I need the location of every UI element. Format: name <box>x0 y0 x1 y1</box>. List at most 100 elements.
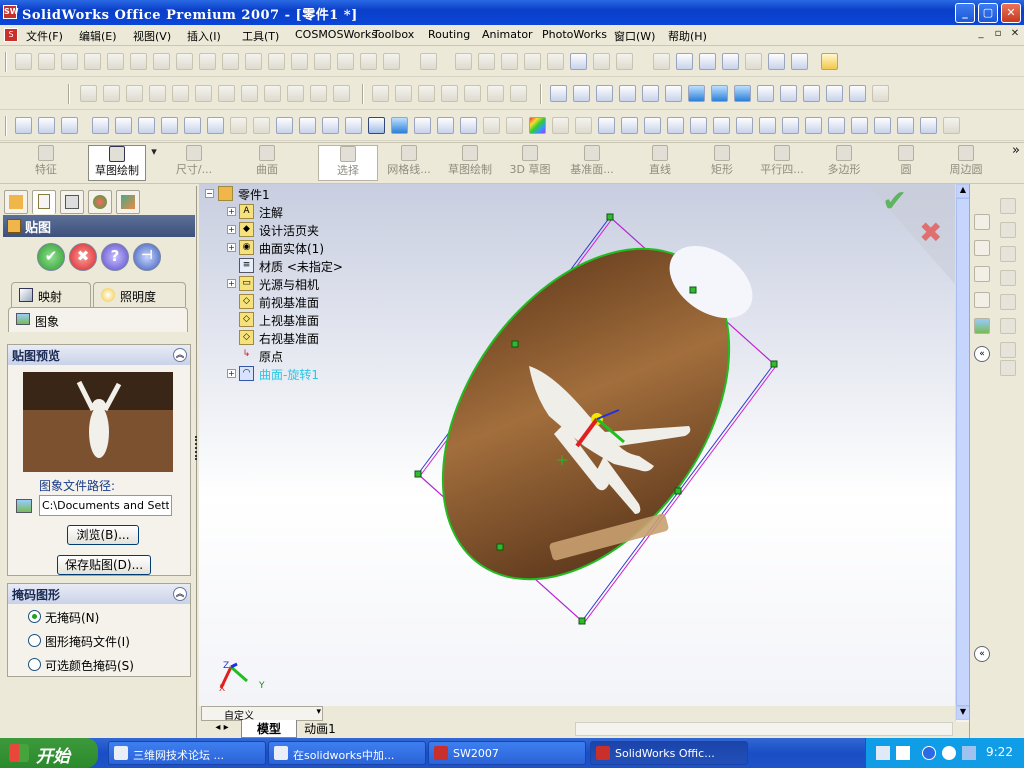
turn-icon[interactable] <box>253 117 270 134</box>
no-mask-label[interactable]: 无掩码(N) <box>45 609 99 626</box>
image-mask-label[interactable]: 图形掩码文件(I) <box>45 633 130 650</box>
ok-button[interactable]: ✔ <box>37 243 65 271</box>
sweep-icon[interactable] <box>126 85 143 102</box>
move-component-icon[interactable] <box>690 117 707 134</box>
volume-icon[interactable] <box>962 746 976 760</box>
pane-tool-5-icon[interactable] <box>1000 294 1016 310</box>
view-bottom-icon[interactable] <box>665 85 682 102</box>
select-arrow-icon[interactable] <box>653 53 670 70</box>
mold-icon[interactable] <box>897 117 914 134</box>
search-doc-icon[interactable] <box>245 53 262 70</box>
taskbar-item-sw2007[interactable]: SW2007 <box>428 741 586 765</box>
rotate-component-icon[interactable] <box>713 117 730 134</box>
smart-dim-icon[interactable] <box>38 117 55 134</box>
decal-preview-header[interactable]: 贴图预览 ︽ <box>8 345 190 365</box>
cm-surfaces[interactable]: 曲面 <box>240 145 294 181</box>
color-mask-radio[interactable] <box>28 658 41 671</box>
shell-icon[interactable] <box>287 85 304 102</box>
explode-icon[interactable] <box>736 117 753 134</box>
help-tray-icon[interactable] <box>896 746 910 760</box>
filter-icon[interactable] <box>676 53 693 70</box>
single-view-icon[interactable] <box>780 85 797 102</box>
fillet-icon[interactable] <box>218 85 235 102</box>
cm-dimensions[interactable]: 尺寸/... <box>164 145 224 181</box>
menu-photoworks[interactable]: PhotoWorks <box>542 28 607 41</box>
property-manager-tab[interactable] <box>32 190 56 214</box>
pin-button[interactable]: ⊣ <box>133 243 161 271</box>
cancel-button[interactable]: ✖ <box>69 243 97 271</box>
new-icon[interactable] <box>15 53 32 70</box>
toolbar-grip[interactable] <box>68 84 70 104</box>
toolbox-icon[interactable] <box>920 117 937 134</box>
menu-toolbox[interactable]: Toolbox <box>373 28 414 41</box>
menu-insert[interactable]: 插入(I) <box>187 28 221 44</box>
surface-icon[interactable] <box>372 85 389 102</box>
view-front-icon[interactable] <box>550 85 567 102</box>
viewport-vertical-scrollbar[interactable]: ▲ ▼ <box>955 184 970 722</box>
insert-icon[interactable] <box>268 53 285 70</box>
draft-icon[interactable] <box>310 85 327 102</box>
view-palette-icon[interactable] <box>974 292 990 308</box>
tree-expand-icon[interactable]: + <box>227 225 236 234</box>
cm-sketch-dropdown[interactable]: ▾ <box>148 145 160 181</box>
normal-to-icon[interactable] <box>757 85 774 102</box>
image-path-input[interactable] <box>39 495 172 516</box>
extrude-icon[interactable] <box>80 85 97 102</box>
shaded-icon[interactable] <box>391 117 408 134</box>
pane-tool-6-icon[interactable] <box>1000 318 1016 334</box>
cut-revolve-icon[interactable] <box>195 85 212 102</box>
close-button[interactable]: ✕ <box>1001 3 1021 23</box>
routing-icon[interactable] <box>943 117 960 134</box>
pen-icon[interactable] <box>15 117 32 134</box>
taskbar-item-solidworks[interactable]: SolidWorks Offic... <box>590 741 748 765</box>
view-orientation-select[interactable]: 自定义 ▾ <box>201 706 323 722</box>
assembly-feature-icon[interactable] <box>782 117 799 134</box>
tree-item-right-plane[interactable]: ◇ 右视基准面 <box>205 329 345 347</box>
collapse-chevron-icon[interactable]: ︽ <box>173 587 187 601</box>
cm-line[interactable]: 直线 <box>640 145 680 181</box>
cm-parallelogram[interactable]: 平行四... <box>752 145 812 181</box>
cm-select[interactable]: 选择 <box>318 145 378 181</box>
cm-more-button[interactable]: » <box>1010 143 1022 179</box>
rebuild-icon[interactable] <box>455 53 472 70</box>
tree-expand-icon[interactable]: + <box>227 243 236 252</box>
tree-item-design-binder[interactable]: + ◆ 设计活页夹 <box>205 221 345 239</box>
pan-dim-icon[interactable] <box>230 117 247 134</box>
menu-edit[interactable]: 编辑(E) <box>79 28 117 44</box>
mate-icon[interactable] <box>667 117 684 134</box>
tab-mapping[interactable]: 映射 <box>11 282 91 307</box>
scroll-down-icon[interactable]: ▼ <box>956 706 970 720</box>
open-icon[interactable] <box>38 53 55 70</box>
tab-model[interactable]: 模型 <box>241 720 297 738</box>
rotate-icon[interactable] <box>184 117 201 134</box>
menu-cosmosworks[interactable]: COSMOSWorks <box>295 28 377 41</box>
mask-header[interactable]: 掩码图形 ︽ <box>8 584 190 604</box>
paste-icon[interactable] <box>337 53 354 70</box>
browse-button[interactable]: 浏览(B)... <box>67 525 139 545</box>
tab-nav-buttons[interactable]: ◂ ▸ <box>207 722 237 736</box>
curvature-icon[interactable] <box>483 117 500 134</box>
shadow-icon[interactable] <box>575 117 592 134</box>
pane-tool-8-icon[interactable] <box>1000 360 1016 376</box>
trimetric-icon[interactable] <box>711 85 728 102</box>
menu-window[interactable]: 窗口(W) <box>614 28 655 44</box>
scroll-thumb[interactable] <box>956 198 970 706</box>
two-view-v-icon[interactable] <box>826 85 843 102</box>
render-icon[interactable] <box>621 117 638 134</box>
zoom-to-fit-icon[interactable] <box>92 117 109 134</box>
view-left-icon[interactable] <box>596 85 613 102</box>
zoom-in-out-icon[interactable] <box>138 117 155 134</box>
menu-animator[interactable]: Animator <box>482 28 533 41</box>
menu-file[interactable]: 文件(F) <box>26 28 63 44</box>
cut-icon[interactable] <box>291 53 308 70</box>
tree-expand-icon[interactable]: + <box>227 369 236 378</box>
tree-collapse-icon[interactable]: − <box>205 189 214 198</box>
chamfer-icon[interactable] <box>241 85 258 102</box>
section-view-icon[interactable] <box>460 117 477 134</box>
smart-fastener-icon[interactable] <box>805 117 822 134</box>
render-region-icon[interactable] <box>644 117 661 134</box>
isometric-icon[interactable] <box>688 85 705 102</box>
decal-icon[interactable] <box>598 117 615 134</box>
curve-icon[interactable] <box>395 85 412 102</box>
grid-icon[interactable] <box>501 53 518 70</box>
